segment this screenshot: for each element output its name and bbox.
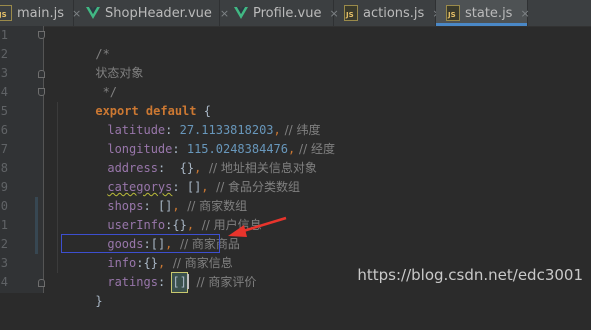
fold-toggle-icon[interactable] <box>38 279 45 287</box>
code-editor[interactable]: 1 2 3 4 5 6 7 8 9 0 1 2 3 4 /* 状态对象 */ e… <box>0 26 591 308</box>
bracket-match-highlight: [] <box>171 272 188 293</box>
vue-file-icon <box>86 5 100 21</box>
line-number: 3 <box>0 66 8 80</box>
line-number: 0 <box>0 199 8 213</box>
line-number: 4 <box>0 85 8 99</box>
line-number: 1 <box>0 218 8 232</box>
fold-toggle-icon[interactable] <box>38 70 45 78</box>
line-number: 1 <box>0 28 8 42</box>
editor-tab-bar: JS main.js × ShopHeader.vue × Profile.vu… <box>0 0 591 27</box>
tab-label: state.js <box>465 5 513 21</box>
vue-file-icon <box>234 5 248 21</box>
js-file-icon: JS <box>446 5 460 21</box>
tab-label: main.js <box>17 5 64 21</box>
line-number: 2 <box>0 237 8 251</box>
js-file-icon: JS <box>0 5 12 21</box>
js-file-icon: JS <box>344 5 358 21</box>
tab-main-js[interactable]: JS main.js × <box>0 0 81 26</box>
annotation-highlight-box <box>61 234 220 253</box>
line-number: 6 <box>0 123 8 137</box>
fold-toggle-icon[interactable] <box>38 88 45 96</box>
fold-toggle-icon[interactable] <box>38 31 45 39</box>
line-number: 7 <box>0 142 8 156</box>
line-number: 5 <box>0 104 8 118</box>
line-number: 9 <box>0 180 8 194</box>
line-number: 3 <box>0 256 8 270</box>
line-number: 2 <box>0 47 8 61</box>
tab-shopheader-vue[interactable]: ShopHeader.vue × <box>74 0 229 26</box>
tab-state-js[interactable]: JS state.js × <box>436 0 530 26</box>
tab-actions-js[interactable]: JS actions.js × <box>334 0 442 26</box>
annotation-arrow-icon <box>228 216 287 237</box>
change-marker <box>35 197 38 254</box>
line-number: 4 <box>0 275 8 289</box>
watermark: https://blog.csdn.net/edc3001 <box>357 266 583 284</box>
line-number: 8 <box>0 161 8 175</box>
code-line: } <box>95 294 103 308</box>
close-icon[interactable]: × <box>520 8 529 19</box>
line-gutter: 1 2 3 4 5 6 7 8 9 0 1 2 3 4 <box>0 26 45 293</box>
tab-label: actions.js <box>363 5 425 21</box>
tab-label: ShopHeader.vue <box>105 5 212 21</box>
tab-label: Profile.vue <box>253 5 322 21</box>
tab-profile-vue[interactable]: Profile.vue × <box>220 0 339 26</box>
